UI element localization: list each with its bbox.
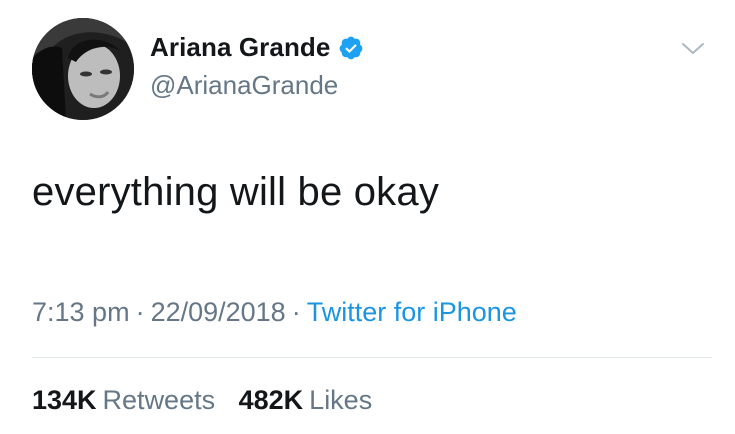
likes-label: Likes (309, 385, 373, 415)
retweets-stat[interactable]: 134K Retweets (32, 385, 215, 416)
user-handle[interactable]: @ArianaGrande (150, 70, 338, 101)
verified-badge-icon (338, 35, 364, 61)
chevron-down-icon[interactable] (680, 40, 706, 58)
divider (32, 357, 712, 358)
tweet-text: everything will be okay (32, 170, 440, 214)
avatar[interactable] (32, 18, 134, 120)
tweet-time[interactable]: 7:13 pm (32, 297, 130, 327)
user-name-row[interactable]: Ariana Grande (150, 32, 364, 63)
retweets-count: 134K (32, 385, 97, 415)
tweet-stats: 134K Retweets 482K Likes (32, 385, 388, 416)
avatar-photo (32, 18, 134, 120)
likes-count: 482K (238, 385, 304, 415)
display-name[interactable]: Ariana Grande (150, 32, 330, 63)
tweet-date[interactable]: 22/09/2018 (151, 297, 286, 327)
meta-separator: · (291, 297, 301, 327)
tweet-meta: 7:13 pm · 22/09/2018 · Twitter for iPhone (32, 297, 517, 328)
likes-stat[interactable]: 482K Likes (239, 385, 373, 416)
meta-separator: · (135, 297, 145, 327)
retweets-label: Retweets (102, 385, 216, 415)
tweet-source-link[interactable]: Twitter for iPhone (307, 297, 517, 327)
